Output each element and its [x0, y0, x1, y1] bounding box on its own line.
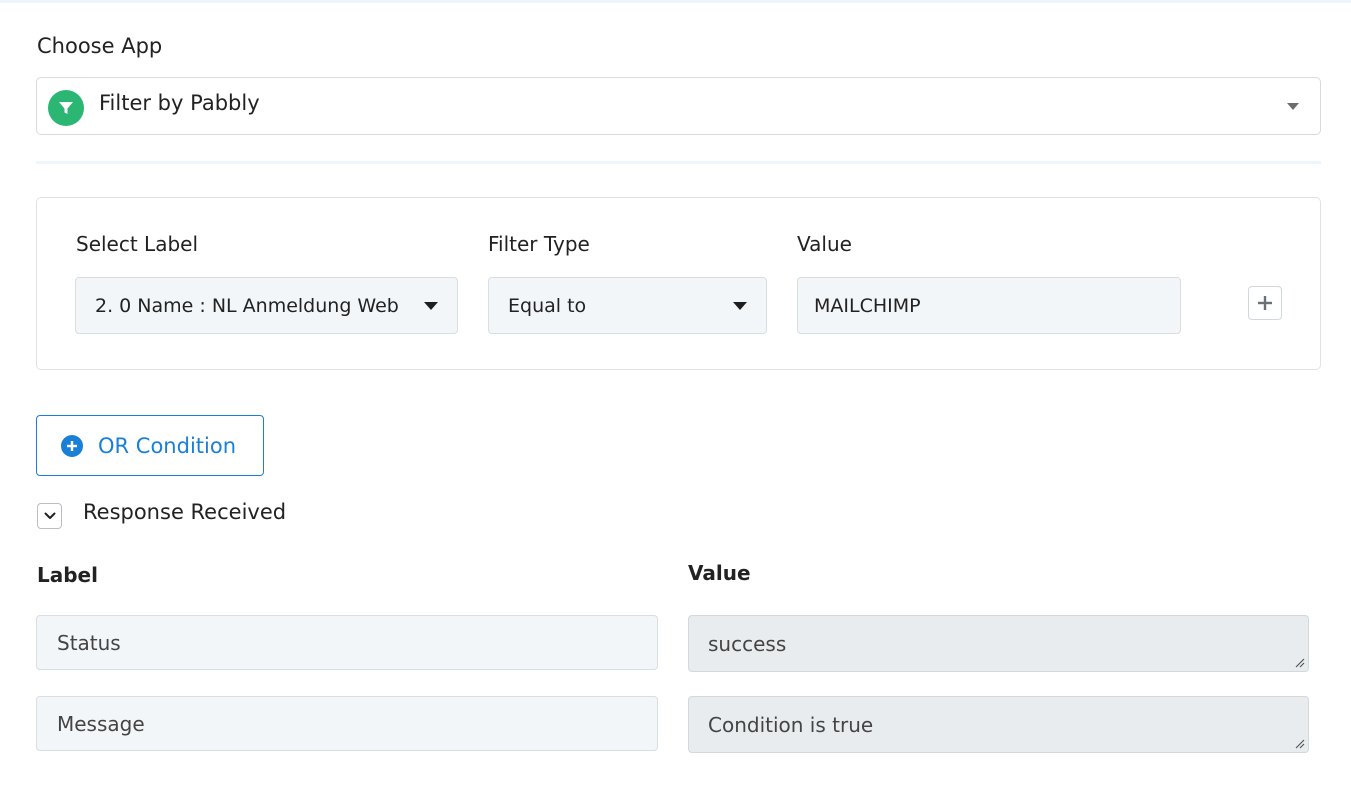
response-received-title: Response Received — [83, 500, 287, 524]
value-heading: Value — [797, 232, 852, 256]
response-label-status[interactable]: Status — [36, 615, 658, 670]
resize-handle-icon[interactable] — [1293, 737, 1305, 749]
choose-app-label: Choose App — [37, 34, 163, 58]
funnel-icon — [48, 90, 84, 126]
add-condition-button[interactable] — [1248, 286, 1282, 320]
plus-circle-icon — [61, 434, 83, 457]
top-divider — [0, 0, 1351, 3]
caret-down-icon — [733, 302, 747, 310]
filter-type-dropdown[interactable]: Equal to — [488, 277, 767, 334]
resize-handle-icon[interactable] — [1293, 656, 1305, 668]
caret-down-icon — [424, 302, 438, 310]
choose-app-select[interactable]: Filter by Pabbly — [36, 77, 1321, 135]
response-toggle-button[interactable] — [37, 503, 62, 529]
response-label-header: Label — [37, 563, 98, 587]
response-label-text: Status — [57, 630, 121, 655]
response-value-status[interactable]: success — [688, 615, 1309, 672]
selected-app-name: Filter by Pabbly — [99, 91, 260, 115]
response-value-message[interactable]: Condition is true — [688, 696, 1309, 753]
caret-down-icon — [1287, 103, 1299, 110]
or-condition-label: OR Condition — [98, 433, 237, 458]
chevron-down-icon — [44, 512, 55, 519]
section-divider — [36, 161, 1321, 164]
response-value-header: Value — [688, 561, 751, 585]
select-label-dropdown[interactable]: 2. 0 Name : NL Anmeldung Web — [75, 277, 458, 334]
or-condition-button[interactable]: OR Condition — [36, 415, 264, 476]
select-label-value: 2. 0 Name : NL Anmeldung Web — [95, 294, 399, 317]
response-value-text: success — [708, 631, 787, 656]
filter-condition-card: Select Label Filter Type Value 2. 0 Name… — [36, 197, 1321, 370]
response-label-message[interactable]: Message — [36, 696, 658, 751]
value-input-text: MAILCHIMP — [814, 294, 921, 317]
response-value-text: Condition is true — [708, 712, 874, 737]
value-input[interactable]: MAILCHIMP — [797, 277, 1181, 334]
plus-icon — [1258, 296, 1272, 310]
filter-type-heading: Filter Type — [488, 232, 590, 256]
response-label-text: Message — [57, 711, 145, 736]
select-label-heading: Select Label — [76, 232, 199, 256]
filter-type-value: Equal to — [508, 294, 587, 317]
